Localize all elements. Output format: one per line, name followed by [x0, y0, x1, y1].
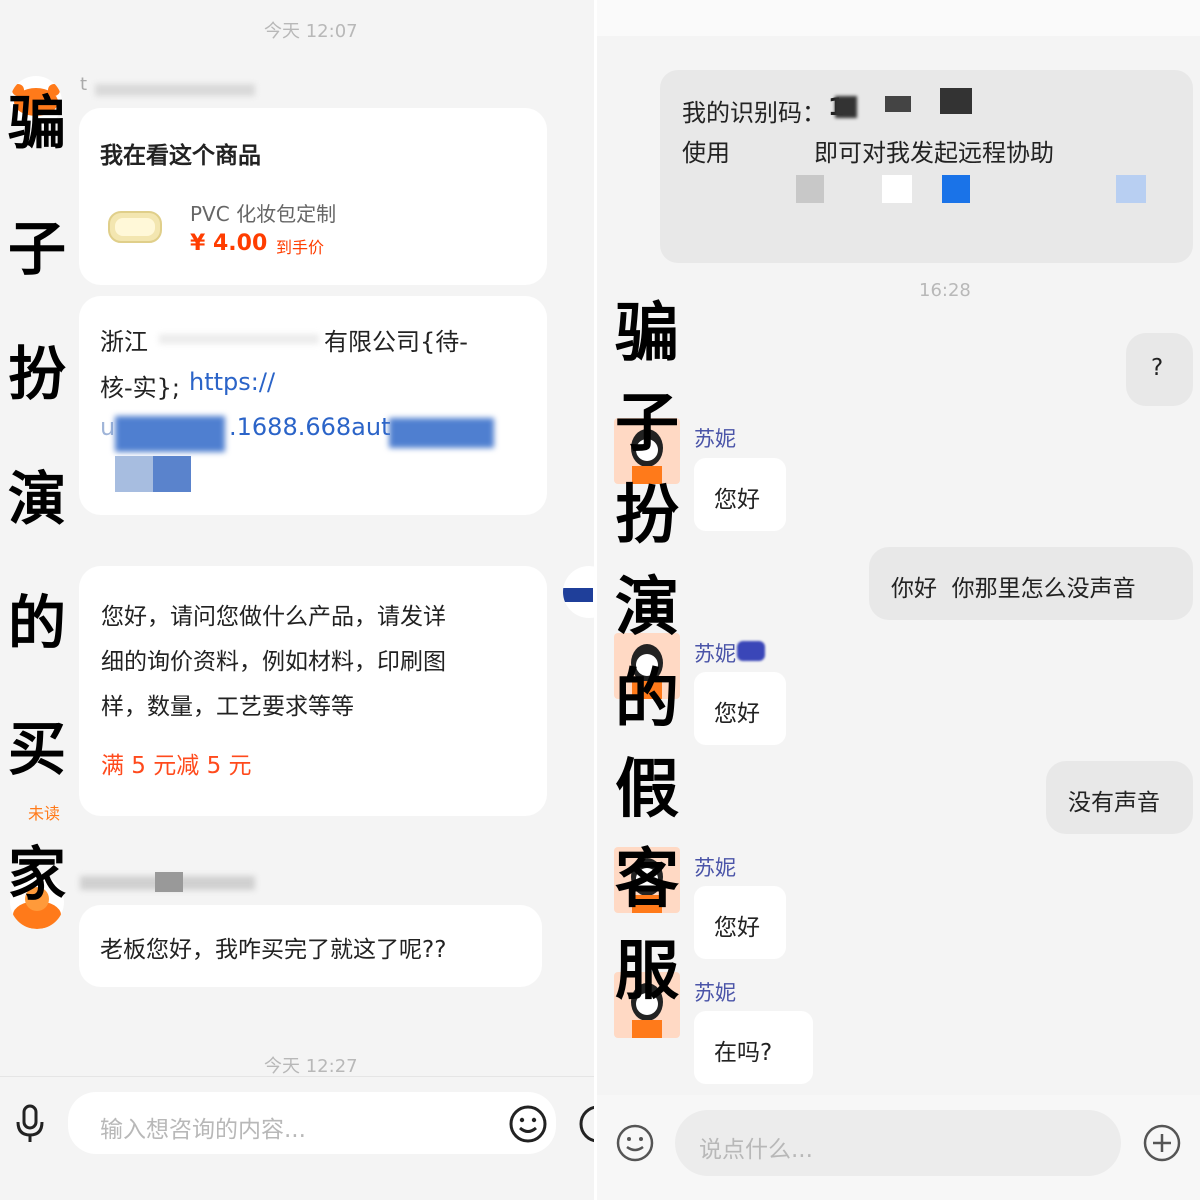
redacted-block [882, 175, 912, 203]
message-input[interactable]: 说点什么... [675, 1110, 1121, 1176]
link-line3-a: u [100, 413, 116, 441]
agent-message-bubble: 在吗? [694, 1011, 813, 1084]
overlay-char: 服 [615, 935, 679, 1009]
overlay-char: 的 [615, 663, 679, 737]
redacted-text [159, 334, 319, 344]
redacted-block [942, 175, 970, 203]
link-message-bubble: 浙江 有限公司{待- 核-实}; https:// u .1688.668aut [79, 296, 547, 515]
agent-message-text: 您好 [714, 487, 760, 513]
agent-message-bubble: 您好 [694, 458, 786, 531]
overlay-char: 客 [615, 843, 679, 917]
price-suffix: 到手价 [276, 238, 325, 257]
unread-label: 未读 [28, 804, 61, 823]
remote-assist-text: 即可对我发起远程协助 [814, 139, 1054, 167]
product-name: PVC 化妆包定制 [190, 202, 337, 226]
product-price: ¥ 4.00 [190, 231, 268, 256]
buyer-message-text: 老板您好，我咋买完了就这了呢?? [100, 937, 447, 963]
redacted-block [737, 641, 765, 661]
overlay-char: 演 [8, 465, 67, 533]
link-line1-a: 浙江 [100, 328, 148, 356]
reply-line2: 细的询价资料，例如材料，印刷图 [101, 649, 446, 675]
redacted-block [155, 872, 183, 892]
reply-line1: 您好，请问您做什么产品，请发详 [101, 604, 446, 630]
overlay-char: 的 [8, 589, 67, 657]
agent-name: 苏妮 [694, 981, 736, 1005]
overlay-char: 骗 [8, 89, 67, 157]
overlay-char: 子 [615, 387, 679, 461]
overlay-char: 演 [615, 571, 679, 645]
redacted-block [115, 456, 153, 492]
link-line1-b: 有限公司{待- [324, 328, 468, 356]
redacted-link [115, 416, 225, 452]
overlay-char: 子 [8, 215, 67, 283]
input-placeholder: 说点什么... [699, 1137, 813, 1163]
agent-name: 苏妮 [694, 856, 736, 880]
my-message-bubble: ? [1126, 333, 1193, 406]
my-message-text: 没有声音 [1068, 790, 1160, 816]
promo-text[interactable]: 满 5 元减 5 元 [101, 746, 252, 780]
timestamp: 今天 12:27 [264, 1056, 358, 1077]
emoji-icon[interactable] [508, 1104, 548, 1144]
overlay-char: 家 [8, 840, 67, 908]
redacted-name [95, 84, 255, 96]
redacted-link [389, 418, 494, 448]
redacted-block [1116, 175, 1146, 203]
redacted-block [835, 96, 857, 118]
product-card[interactable]: 我在看这个商品 PVC 化妆包定制 ¥ 4.00 到手价 [79, 108, 547, 285]
timestamp: 16:28 [919, 280, 971, 301]
overlay-char: 扮 [615, 479, 679, 553]
agent-message-bubble: 您好 [694, 886, 786, 959]
product-thumbnail-icon [105, 200, 165, 256]
redacted-block [885, 96, 911, 112]
agent-name: 苏妮 [694, 642, 736, 666]
redacted-block [796, 175, 824, 203]
buyer-name: t [80, 74, 88, 95]
reply-line3: 样，数量，工艺要求等等 [101, 694, 354, 720]
mic-icon[interactable] [12, 1103, 48, 1143]
agent-message-text: 您好 [714, 701, 760, 727]
shop-avatar-icon[interactable] [563, 566, 597, 618]
input-placeholder: 输入想咨询的内容... [100, 1117, 306, 1143]
reply-message-bubble: 您好，请问您做什么产品，请发详 细的询价资料，例如材料，印刷图 样，数量，工艺要… [79, 566, 547, 816]
redacted-block [940, 88, 972, 114]
plus-icon[interactable] [1142, 1123, 1182, 1163]
overlay-char: 扮 [8, 340, 67, 408]
overlay-char: 买 [8, 715, 67, 783]
overlay-char: 骗 [615, 297, 679, 371]
remote-id-label: 我的识别码： [682, 99, 826, 127]
left-chat-panel: 今天 12:07 t 我在看这个商品 PVC 化妆包定制 ¥ 4.00 到手价 … [0, 0, 597, 1200]
my-message-bubble: 没有声音 [1046, 761, 1193, 834]
redacted-block [153, 456, 191, 492]
agent-message-bubble: 您好 [694, 672, 786, 745]
agent-name: 苏妮 [694, 427, 736, 451]
right-chat-panel: 我的识别码： 1 使用 即可对我发起远程协助 16:28 ? 苏妮 您好 你好 … [597, 0, 1200, 1200]
emoji-icon[interactable] [615, 1123, 655, 1163]
timestamp: 今天 12:07 [264, 21, 358, 42]
agent-message-text: 在吗? [714, 1040, 773, 1066]
message-input[interactable]: 输入想咨询的内容... [68, 1092, 556, 1154]
top-strip [597, 0, 1200, 36]
product-card-title: 我在看这个商品 [100, 143, 261, 169]
link-url-start[interactable]: https:// [189, 368, 275, 396]
link-url-mid[interactable]: .1688.668aut [229, 413, 390, 441]
my-message-text: ? [1151, 355, 1164, 381]
my-message-text: 你好 你那里怎么没声音 [891, 576, 1136, 602]
remote-use-text: 使用 [682, 139, 730, 167]
link-line2-a: 核-实}; [100, 374, 181, 402]
agent-message-text: 您好 [714, 915, 760, 941]
remote-assist-card: 我的识别码： 1 使用 即可对我发起远程协助 [660, 70, 1193, 263]
overlay-char: 假 [615, 753, 679, 827]
buyer-message-bubble: 老板您好，我咋买完了就这了呢?? [79, 905, 542, 987]
my-message-bubble: 你好 你那里怎么没声音 [869, 547, 1193, 620]
